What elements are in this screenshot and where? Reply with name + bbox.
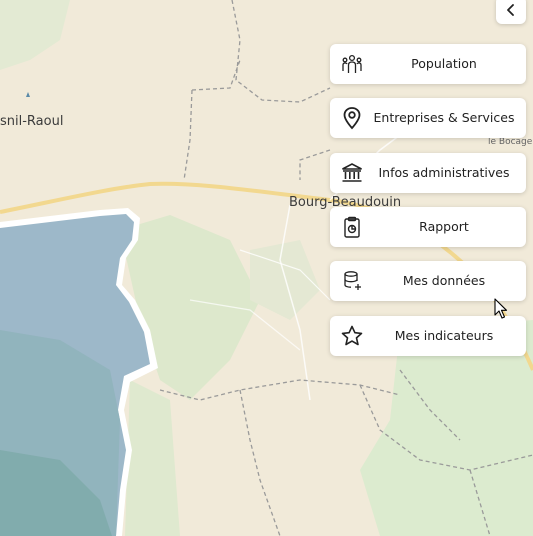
place-label-raoul: snil-Raoul [0,114,64,129]
star-icon [341,325,363,346]
chevron-left-icon [507,4,514,16]
clipboard-report-icon [344,216,360,238]
infos-administratives-button[interactable]: Infos administratives [330,153,526,193]
collapse-panel-button[interactable] [496,0,526,24]
entreprises-services-button[interactable]: Entreprises & Services [330,98,526,138]
database-add-icon [344,271,361,290]
mes-donnees-button[interactable]: Mes données [330,261,526,301]
rapport-label: Rapport [419,219,469,234]
population-label: Population [411,56,477,71]
infos-administratives-label: Infos administratives [378,165,510,180]
rapport-button[interactable]: Rapport [330,207,526,247]
mes-indicateurs-label: Mes indicateurs [394,328,494,343]
entreprises-services-label: Entreprises & Services [373,110,515,125]
mes-indicateurs-button[interactable]: Mes indicateurs [330,316,526,356]
people-icon [342,54,362,73]
place-label-le-bocage: le Bocage [488,137,533,147]
location-pin-icon [343,107,361,130]
mouse-cursor-icon [494,298,508,319]
mes-donnees-label: Mes données [402,273,486,288]
government-building-icon [342,163,362,182]
population-button[interactable]: Population [330,44,526,84]
